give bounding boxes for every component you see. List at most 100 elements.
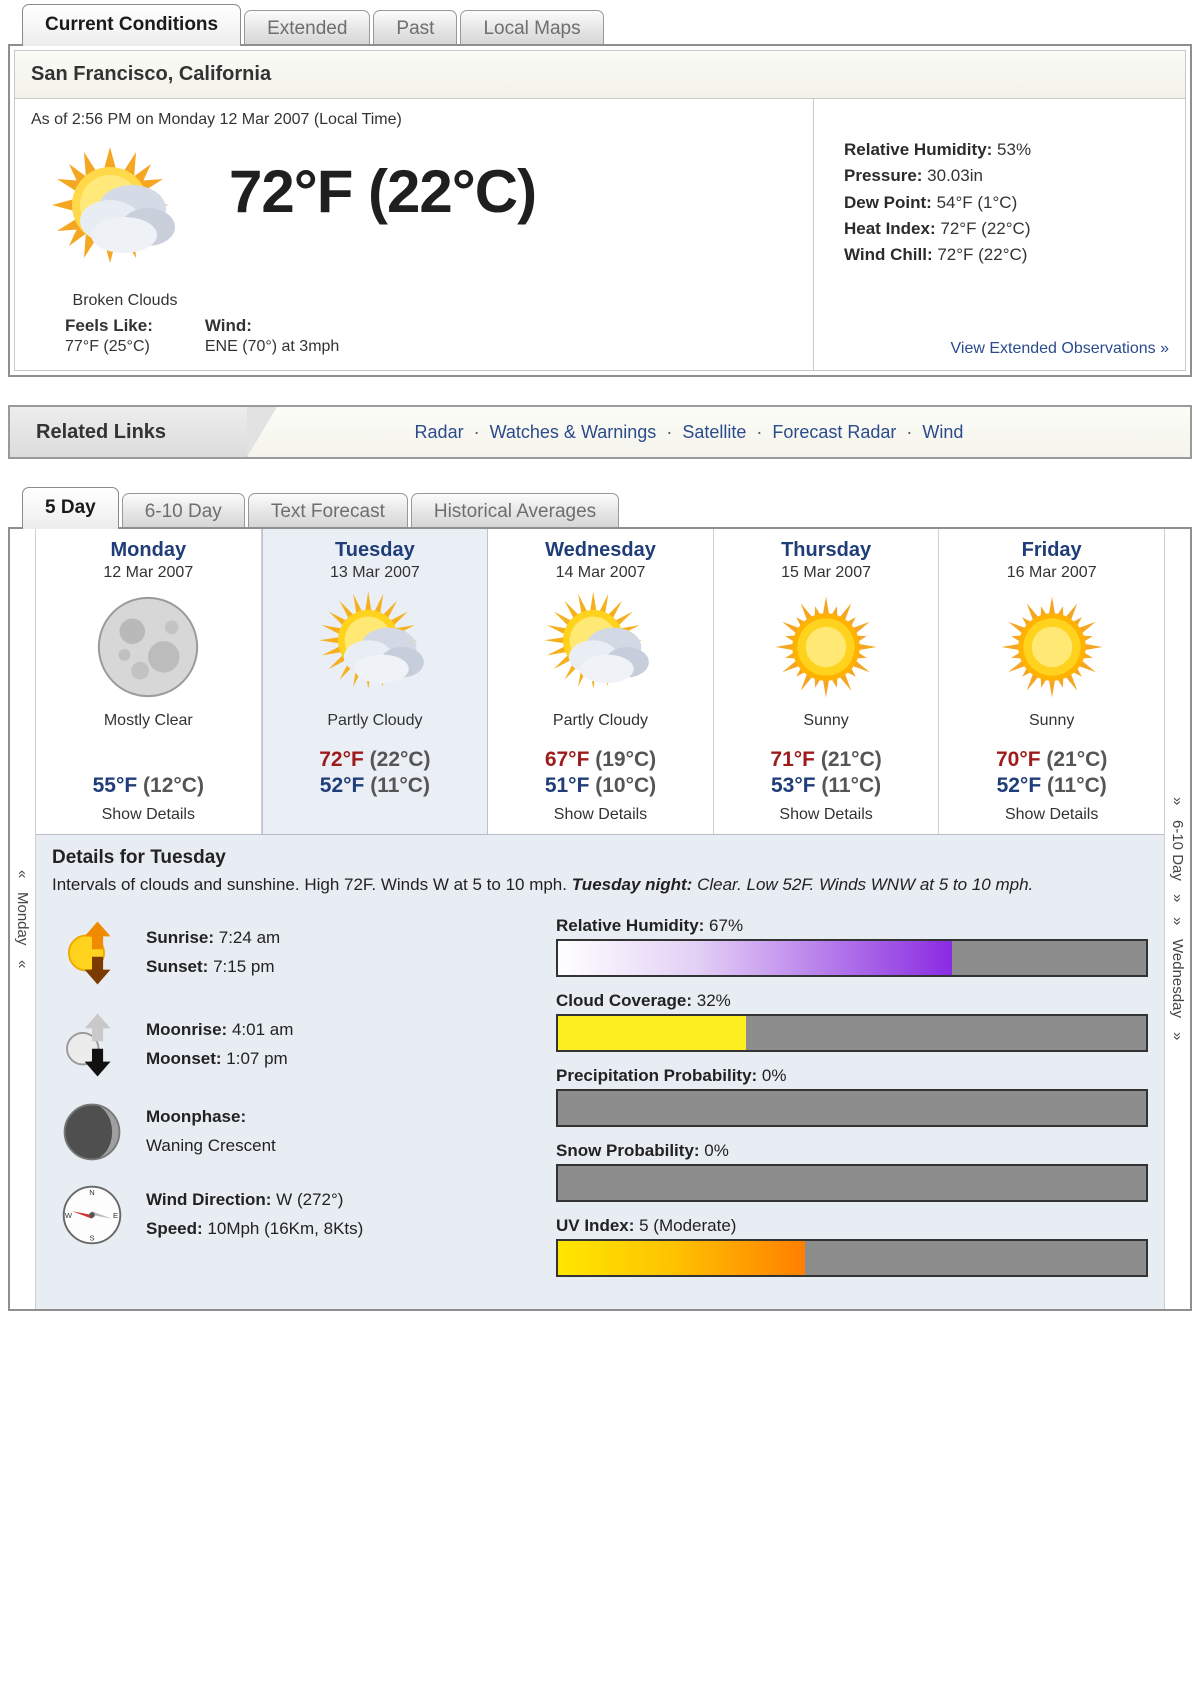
tab-6-10-day[interactable]: 6-10 Day — [121, 493, 245, 531]
metric-bar-track — [556, 1238, 1148, 1277]
prev-day-label[interactable]: Monday — [14, 892, 31, 945]
astronomy-value: 1:07 pm — [221, 1048, 288, 1068]
related-link-forecast-radar[interactable]: Forecast Radar — [772, 422, 896, 443]
sun-icon — [718, 582, 935, 712]
tab-5-day[interactable]: 5 Day — [22, 487, 119, 529]
next-arrow-bottom[interactable]: » — [1169, 1032, 1186, 1040]
wind-value: ENE (70°) at 3mph — [204, 338, 340, 355]
metric-label-row: UV Index: 5 (Moderate) — [556, 1216, 1148, 1236]
astronomy-line: Speed: 10Mph (16Km, 8Kts) — [146, 1215, 363, 1244]
current-conditions-panel: San Francisco, California As of 2:56 PM … — [8, 44, 1192, 377]
forecast-high-temp: 72°F (22°C) — [319, 748, 431, 771]
metric-label-row: Precipitation Probability: 0% — [556, 1066, 1148, 1086]
link-separator: · — [473, 421, 480, 442]
prev-arrow-bottom[interactable]: « — [14, 960, 31, 968]
sun-behind-clouds-icon — [31, 135, 219, 290]
metrics-column: Relative Humidity: 67% Cloud Coverage: 32… — [556, 916, 1148, 1291]
observation-label: Heat Index: — [844, 219, 936, 239]
forecast-high-temp: 70°F (21°C) — [996, 748, 1108, 771]
forecast-low-temp: 53°F (11°C) — [770, 774, 882, 797]
astronomy-label: Sunset: — [146, 956, 209, 976]
forecast-day-date: 12 Mar 2007 — [103, 564, 194, 581]
link-separator: · — [906, 421, 913, 442]
astronomy-row: N S E W Wind Direction: W (272°) Speed: 1… — [52, 1182, 522, 1248]
tab-past[interactable]: Past — [373, 10, 458, 48]
show-details-link[interactable]: Show Details — [40, 806, 257, 826]
astronomy-label: Speed: — [146, 1218, 203, 1238]
metric-block: Precipitation Probability: 0% — [556, 1066, 1148, 1127]
metric-label-row: Snow Probability: 0% — [556, 1141, 1148, 1161]
next-day-nav[interactable]: » 6-10 Day » » Wednesday » — [1164, 529, 1190, 1309]
svg-text:W: W — [65, 1210, 73, 1219]
related-link-watches-warnings[interactable]: Watches & Warnings — [490, 422, 657, 443]
observation-label: Dew Point: — [844, 192, 932, 212]
forecast-day-thursday[interactable]: Thursday 15 Mar 2007 Sunny 71°F (21°C) 53°F… — [713, 529, 940, 834]
forecast-low-temp: 51°F (10°C) — [544, 774, 657, 797]
forecast-temperatures: 71°F (21°C) 53°F (11°C) — [718, 734, 935, 798]
forecast-temperatures: 55°F (12°C) — [40, 734, 257, 798]
six-ten-day-label[interactable]: 6-10 Day — [1169, 820, 1186, 881]
tab-text-forecast[interactable]: Text Forecast — [247, 493, 408, 531]
link-separator: · — [666, 421, 673, 442]
astronomy-value: 10Mph (16Km, 8Kts) — [202, 1218, 364, 1238]
tab-local-maps[interactable]: Local Maps — [460, 10, 604, 48]
astronomy-row: Moonphase: Waning Crescent — [52, 1100, 522, 1164]
forecast-low-temp: 52°F (11°C) — [996, 774, 1107, 797]
forecast-day-monday[interactable]: Monday 12 Mar 2007 Mostly Clear 55°F (12°… — [36, 529, 262, 834]
related-link-satellite[interactable]: Satellite — [682, 422, 746, 443]
next-arrow-mid[interactable]: » — [1169, 894, 1186, 902]
forecast-day-friday[interactable]: Friday 16 Mar 2007 Sunny 70°F (21°C) 52°F (… — [939, 529, 1164, 834]
sun-behind-clouds-icon — [267, 582, 484, 712]
show-details-link[interactable]: Show Details — [943, 806, 1160, 826]
show-details-link — [267, 806, 484, 826]
tab-current-conditions[interactable]: Current Conditions — [22, 4, 242, 46]
show-details-link[interactable]: Show Details — [718, 806, 935, 826]
next-day-label[interactable]: Wednesday — [1169, 939, 1186, 1018]
metric-bar-fill — [558, 1240, 805, 1275]
forecast-low-temp: 52°F (11°C) — [319, 774, 430, 797]
next-arrow-top[interactable]: » — [1169, 797, 1186, 805]
forecast-panel: « Monday « Monday 12 Mar 2007 Mostly Clea… — [8, 527, 1192, 1311]
forecast-day-name: Wednesday — [545, 539, 656, 561]
metric-bar-track — [556, 1013, 1148, 1052]
observations-list: Relative Humidity: 53% Pressure: 30.03in D… — [844, 137, 1169, 269]
forecast-day-wednesday[interactable]: Wednesday 14 Mar 2007 Partly Cloudy 67°F (… — [488, 529, 714, 834]
forecast-temperatures: 72°F (22°C) 52°F (11°C) — [267, 734, 484, 798]
next-arrow-bottom2[interactable]: » — [1169, 917, 1186, 925]
forecast-high-temp — [40, 748, 257, 772]
forecast-day-date: 13 Mar 2007 — [329, 564, 420, 581]
forecast-day-condition: Sunny — [803, 712, 849, 729]
show-details-link[interactable]: Show Details — [492, 806, 709, 826]
observation-row: Dew Point: 54°F (1°C) — [844, 190, 1169, 216]
astronomy-value: W (272°) — [271, 1189, 344, 1209]
tab-extended[interactable]: Extended — [244, 10, 371, 48]
view-extended-observations-link[interactable]: View Extended Observations » — [844, 340, 1170, 358]
astronomy-row: Sunrise: 7:24 am Sunset: 7:15 pm — [52, 916, 522, 990]
feels-like-label: Feels Like: — [65, 316, 153, 335]
metric-block: UV Index: 5 (Moderate) — [556, 1216, 1148, 1277]
astronomy-line: Sunrise: 7:24 am — [146, 924, 280, 953]
forecast-temperatures: 67°F (19°C) 51°F (10°C) — [492, 734, 709, 798]
feels-like-value: 77°F (25°C) — [65, 338, 150, 355]
as-of-text: As of 2:56 PM on Monday 12 Mar 2007 (Loc… — [31, 111, 402, 128]
related-links-title: Related Links — [10, 407, 277, 457]
related-link-radar[interactable]: Radar — [415, 422, 464, 443]
related-link-wind[interactable]: Wind — [922, 422, 963, 443]
prev-day-nav[interactable]: « Monday « — [10, 529, 36, 1309]
astronomy-line: Sunset: 7:15 pm — [146, 953, 280, 982]
tab-historical-averages[interactable]: Historical Averages — [410, 493, 620, 531]
metric-value: 5 (Moderate) — [634, 1215, 737, 1235]
related-links-bar: Related Links Radar · Watches & Warnings · S… — [8, 405, 1192, 459]
metric-label: Precipitation Probability: — [556, 1065, 758, 1085]
metric-value: 0% — [699, 1140, 729, 1160]
observations-panel: Relative Humidity: 53% Pressure: 30.03in D… — [813, 99, 1185, 370]
forecast-main: Monday 12 Mar 2007 Mostly Clear 55°F (12°… — [36, 529, 1164, 1309]
sun-icon — [943, 582, 1160, 712]
metric-label: Snow Probability: — [556, 1140, 700, 1160]
current-conditions-inner: San Francisco, California As of 2:56 PM … — [14, 50, 1186, 371]
metric-label: Cloud Coverage: — [556, 990, 693, 1010]
astronomy-value: 7:15 pm — [208, 956, 275, 976]
forecast-day-tuesday[interactable]: Tuesday 13 Mar 2007 Partly Cloudy 72°F (22… — [261, 529, 489, 834]
observation-value: 72°F (22°C) — [932, 245, 1028, 265]
prev-arrow-top[interactable]: « — [14, 870, 31, 878]
